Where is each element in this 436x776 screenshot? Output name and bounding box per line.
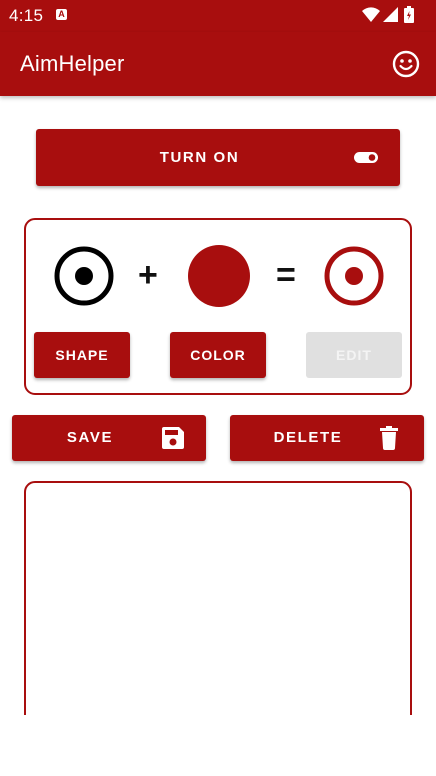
app-bar: AimHelper [0, 32, 436, 96]
target-shape-icon [54, 246, 114, 306]
crosshair-preview-card: + = SHAPE COLOR EDIT [24, 218, 412, 395]
delete-label: DELETE [273, 429, 343, 446]
signal-icon [383, 7, 398, 22]
toggle-icon [354, 152, 378, 163]
trash-icon [380, 426, 398, 450]
wifi-icon [362, 7, 380, 23]
notification-app-icon: A [56, 9, 67, 20]
turn-on-label: TURN ON [159, 149, 240, 166]
smile-icon[interactable] [392, 50, 420, 78]
color-dot [188, 245, 250, 307]
target-result-icon [324, 246, 384, 306]
turn-on-button[interactable]: TURN ON [36, 129, 400, 186]
save-label: SAVE [66, 429, 114, 446]
shape-button[interactable]: SHAPE [34, 332, 130, 378]
battery-icon [404, 6, 414, 23]
status-bar: 4:15 A [0, 0, 436, 32]
status-icons [362, 5, 422, 25]
equals-sign: = [276, 256, 296, 294]
bottom-area [0, 715, 436, 776]
status-time: 4:15 [9, 6, 44, 25]
save-icon [162, 427, 184, 449]
color-button[interactable]: COLOR [170, 332, 266, 378]
plus-sign: + [138, 256, 158, 294]
save-button[interactable]: SAVE [12, 415, 206, 461]
app-title: AimHelper [20, 51, 125, 76]
screen: 4:15 A AimHelper TURN ON + = SHAPE COLOR… [0, 0, 436, 776]
delete-button[interactable]: DELETE [230, 415, 424, 461]
edit-button[interactable]: EDIT [306, 332, 402, 378]
